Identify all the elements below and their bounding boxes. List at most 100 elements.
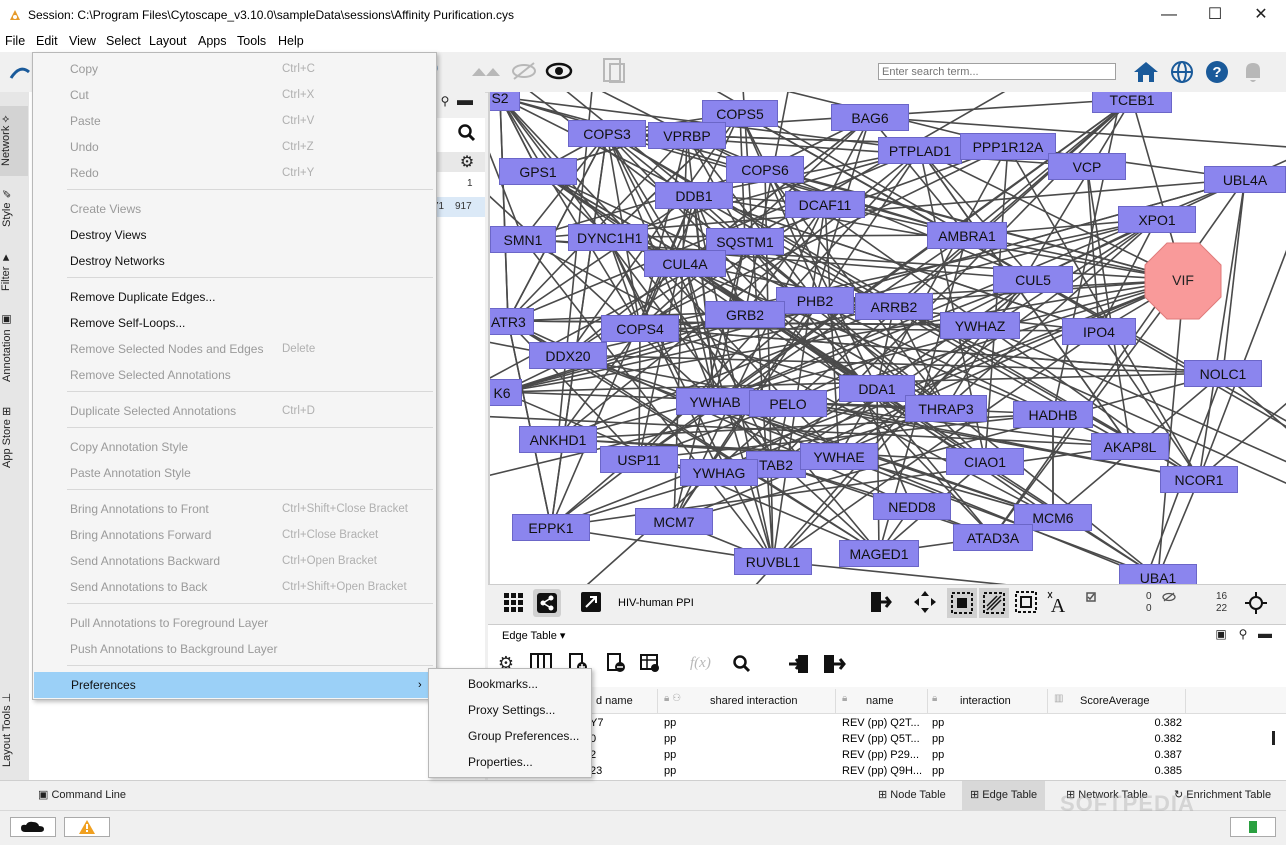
menu-select[interactable]: Select xyxy=(106,34,141,48)
close-button[interactable]: ✕ xyxy=(1238,0,1284,31)
network-node[interactable]: DDA1 xyxy=(839,375,915,402)
select-mode-button[interactable] xyxy=(979,588,1009,618)
help-icon[interactable]: ? xyxy=(1205,60,1229,84)
annotation-select-icon[interactable] xyxy=(1014,590,1038,614)
function-builder-icon[interactable]: f(x) xyxy=(690,655,711,672)
network-node[interactable]: VIF xyxy=(1144,242,1222,320)
pin-table-icon[interactable]: ⚲ xyxy=(1236,627,1250,641)
export-table-icon[interactable] xyxy=(822,653,846,680)
pin-icon[interactable]: ⚲ xyxy=(437,94,453,108)
network-node[interactable]: CUL4A xyxy=(644,250,726,277)
home-icon[interactable] xyxy=(1132,60,1160,84)
table-grid-icon[interactable] xyxy=(640,653,660,678)
network-node[interactable]: RUVBL1 xyxy=(734,548,812,575)
command-line-tab[interactable]: ▣ Command Line xyxy=(30,781,134,810)
warning-status-button[interactable] xyxy=(64,817,110,837)
notification-bell-icon[interactable] xyxy=(1242,60,1264,84)
network-node[interactable]: TCEB1 xyxy=(1092,92,1172,113)
table-row[interactable]: 0 pp REV (pp) Q5T... pp 0.382 xyxy=(488,731,1268,747)
text-annotation-icon[interactable]: A xyxy=(1046,590,1070,617)
table-row[interactable]: Y7 pp REV (pp) Q2T... pp 0.382 xyxy=(488,715,1268,731)
menu-item-destroy-networks[interactable]: Destroy Networks xyxy=(33,248,436,274)
search-network-icon[interactable] xyxy=(457,124,477,147)
import-table-icon[interactable] xyxy=(788,653,810,680)
network-node[interactable]: ATAD3A xyxy=(953,524,1033,551)
column-header-edge-name[interactable]: name xyxy=(860,689,928,713)
export-image-icon[interactable] xyxy=(600,56,628,86)
tab-layout-tools[interactable]: Layout Tools ⊥ xyxy=(0,688,28,772)
column-header-interaction[interactable]: interaction xyxy=(954,689,1048,713)
network-node[interactable]: USP11 xyxy=(600,446,678,473)
network-node[interactable]: PTPLAD1 xyxy=(878,137,962,164)
column-header-name[interactable]: d name xyxy=(590,689,658,713)
menu-file[interactable]: File xyxy=(5,34,25,48)
network-node[interactable]: MAGED1 xyxy=(839,540,919,567)
network-node[interactable]: DDB1 xyxy=(655,182,733,209)
menu-item-destroy-views[interactable]: Destroy Views xyxy=(33,222,436,248)
tab-filter[interactable]: Filter ▼ xyxy=(0,248,28,294)
network-node[interactable]: EPPK1 xyxy=(512,514,590,541)
export-network-icon[interactable] xyxy=(868,590,892,614)
table-row[interactable]: 23 pp REV (pp) Q9H... pp 0.385 xyxy=(488,763,1268,779)
network-node[interactable]: PHB2 xyxy=(776,287,854,314)
network-node[interactable]: ANKHD1 xyxy=(519,426,597,453)
network-node[interactable]: NCOR1 xyxy=(1160,466,1238,493)
network-node[interactable]: DDX20 xyxy=(529,342,607,369)
navigator-icon[interactable] xyxy=(1244,591,1268,615)
network-node[interactable]: XPO1 xyxy=(1118,206,1196,233)
hide-icon[interactable] xyxy=(510,60,538,82)
network-node[interactable]: ARRB2 xyxy=(855,293,933,320)
column-header-score-average[interactable]: ScoreAverage xyxy=(1074,689,1186,713)
import-network-icon[interactable] xyxy=(8,62,32,84)
tab-network[interactable]: Network ⟡ xyxy=(0,106,28,176)
network-view-button[interactable] xyxy=(533,589,561,617)
grid-view-icon[interactable] xyxy=(502,592,526,616)
column-header-shared-interaction[interactable]: shared interaction xyxy=(704,689,836,713)
network-node[interactable]: UBL4A xyxy=(1204,166,1286,193)
search-input[interactable] xyxy=(878,63,1116,80)
fit-content-icon[interactable] xyxy=(913,590,937,614)
table-scrollbar[interactable] xyxy=(1272,731,1275,745)
network-node[interactable]: VCP xyxy=(1048,153,1126,180)
menu-tools[interactable]: Tools xyxy=(237,34,266,48)
network-node[interactable]: AKAP8L xyxy=(1091,433,1169,460)
network-node[interactable]: CIAO1 xyxy=(946,448,1024,475)
cloud-status-button[interactable] xyxy=(10,817,56,837)
gear-icon[interactable]: ⚙ xyxy=(457,152,477,172)
network-node[interactable]: MCM7 xyxy=(635,508,713,535)
network-node[interactable]: THRAP3 xyxy=(905,395,987,422)
tab-annotation[interactable]: Annotation ▣ xyxy=(0,310,28,386)
menu-apps[interactable]: Apps xyxy=(198,34,227,48)
menu-view[interactable]: View xyxy=(69,34,96,48)
network-node[interactable]: HADHB xyxy=(1013,401,1093,428)
network-node[interactable]: COPS3 xyxy=(568,120,646,147)
menu-item-proxy-settings[interactable]: Proxy Settings... xyxy=(429,697,591,723)
network-node[interactable]: YWHAB xyxy=(676,388,754,415)
network-node[interactable]: AMBRA1 xyxy=(927,222,1007,249)
minimize-button[interactable]: — xyxy=(1146,0,1192,31)
network-node[interactable]: GPS1 xyxy=(499,158,577,185)
menu-item-properties[interactable]: Properties... xyxy=(429,749,591,775)
network-canvas[interactable]: S2 COPS5 BAG6 TCEB1 COPS3 VPRBP PTPLAD1 PPP1R12… xyxy=(488,92,1286,584)
menu-item-bookmarks[interactable]: Bookmarks... xyxy=(429,671,591,697)
menu-layout[interactable]: Layout xyxy=(149,34,187,48)
show-icon[interactable] xyxy=(545,60,573,82)
memory-status-button[interactable] xyxy=(1230,817,1276,837)
minimize-panel-icon[interactable]: ▬ xyxy=(457,92,473,110)
maximize-button[interactable]: ☐ xyxy=(1192,0,1238,31)
tab-app-store[interactable]: App Store ⊞ xyxy=(0,400,28,474)
menu-item-remove-duplicate-edges[interactable]: Remove Duplicate Edges... xyxy=(33,284,436,310)
edge-table-tab[interactable]: ⊞ Edge Table xyxy=(962,781,1046,810)
network-node[interactable]: DYNC1H1 xyxy=(568,224,648,251)
table-row[interactable]: 2 pp REV (pp) P29... pp 0.387 xyxy=(488,747,1268,763)
menu-item-preferences[interactable]: Preferences › xyxy=(34,672,434,698)
network-node[interactable]: YWHAE xyxy=(800,443,878,470)
network-node[interactable]: VPRBP xyxy=(648,122,726,149)
menu-edit[interactable]: Edit xyxy=(36,34,58,48)
tab-style[interactable]: Style ✎ xyxy=(0,182,28,232)
network-node[interactable]: PPP1R12A xyxy=(960,133,1056,160)
minimize-table-icon[interactable]: ▬ xyxy=(1258,625,1272,641)
network-node[interactable]: S2 xyxy=(490,92,520,111)
detach-view-icon[interactable] xyxy=(580,591,602,613)
network-node[interactable]: GRB2 xyxy=(705,301,785,328)
